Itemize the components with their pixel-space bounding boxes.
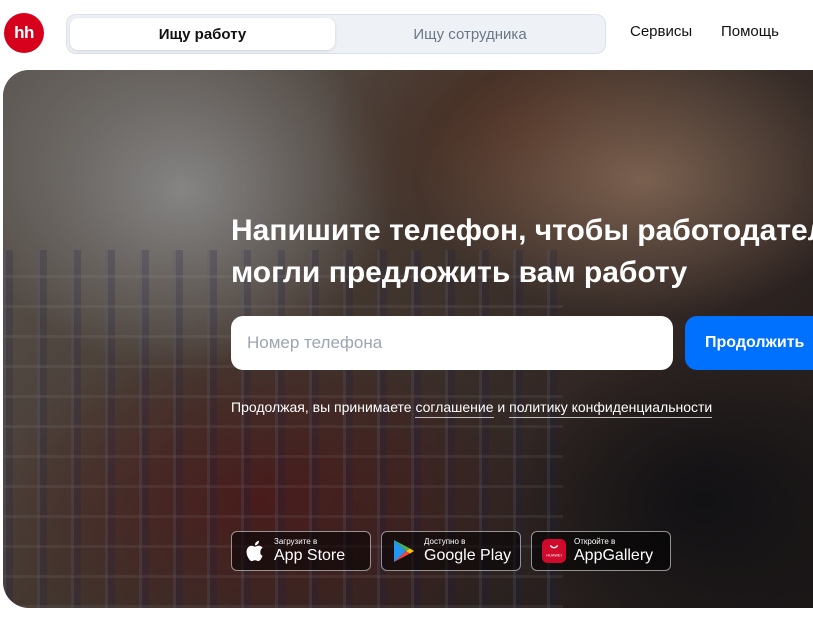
google-play-icon [392, 539, 416, 563]
hero-title-line-2: могли предложить вам работу [231, 256, 688, 289]
google-play-badge[interactable]: Доступно в Google Play [381, 531, 521, 571]
continue-button[interactable]: Продолжить [685, 316, 813, 370]
tab-looking-for-employee[interactable]: Ищу сотрудника [337, 18, 603, 50]
apple-icon [242, 539, 266, 563]
hero-title: Напишите телефон, чтобы работодатели мог… [231, 210, 813, 294]
consent-text: Продолжая, вы принимаете соглашение и по… [231, 399, 713, 418]
app-store-badge[interactable]: Загрузите в App Store [231, 531, 371, 571]
phone-number-input[interactable] [231, 316, 673, 370]
top-navigation-bar: hh Ищу работу Ищу сотрудника Сервисы Пом… [0, 0, 813, 66]
hh-logo[interactable]: hh [4, 13, 44, 53]
nav-help-link[interactable]: Помощь [721, 23, 779, 40]
nav-services-link[interactable]: Сервисы [630, 23, 692, 40]
appgallery-badge[interactable]: HUAWEI Откройте в AppGallery [531, 531, 671, 571]
appgallery-label: AppGallery [574, 547, 654, 564]
huawei-icon-text: HUAWEI [546, 553, 561, 558]
hero-title-line-1: Напишите телефон, чтобы работодатели [231, 214, 813, 247]
app-store-caption: Загрузите в [274, 537, 318, 546]
agreement-link[interactable]: соглашение [415, 399, 494, 418]
google-play-caption: Доступно в [424, 537, 466, 546]
app-store-label: App Store [274, 547, 346, 564]
tab-looking-for-job[interactable]: Ищу работу [70, 18, 335, 50]
consent-prefix: Продолжая, вы принимаете [231, 399, 416, 415]
appgallery-caption: Откройте в [574, 537, 616, 546]
hero-banner: Напишите телефон, чтобы работодатели мог… [3, 70, 813, 608]
consent-and: и [493, 399, 510, 415]
role-switch: Ищу работу Ищу сотрудника [66, 14, 606, 54]
privacy-policy-link[interactable]: политику конфиденциальности [509, 399, 713, 418]
huawei-appgallery-icon: HUAWEI [542, 539, 566, 563]
google-play-label: Google Play [424, 547, 512, 564]
